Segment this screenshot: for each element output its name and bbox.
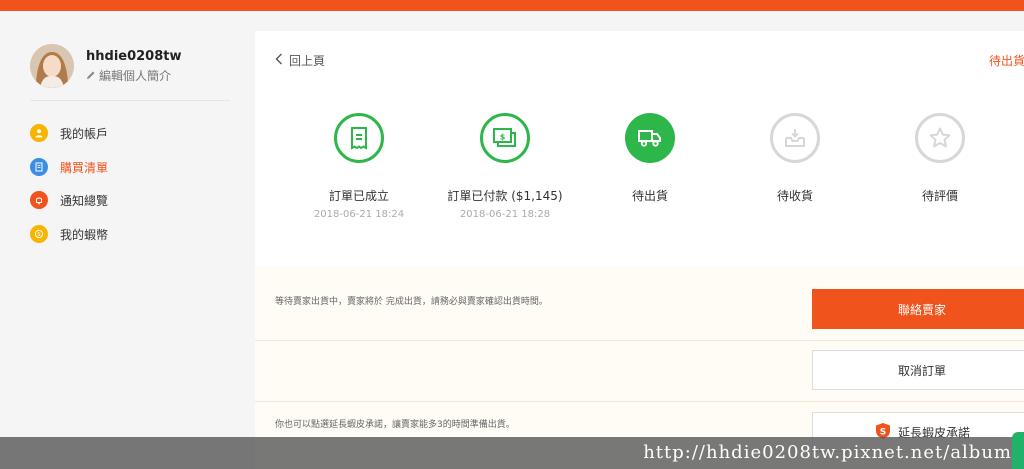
person-icon	[30, 124, 48, 142]
watermark-text: http://hhdie0208tw.pixnet.net/album	[643, 442, 1012, 463]
step-label: 待出貨	[631, 189, 668, 203]
payment-icon: $	[480, 113, 530, 163]
sidebar-item-notifications[interactable]: 通知總覽	[30, 191, 108, 209]
contact-seller-button[interactable]: 聯絡賣家	[812, 289, 1024, 329]
step-order-paid: $ 訂單已付款 ($1,145) 2018-06-21 18:28	[425, 113, 585, 220]
shipping-note: 等待賣家出貨中，賣家將於 完成出貨，請務必與賣家確認出貨時間。	[275, 297, 548, 307]
pencil-icon	[86, 69, 96, 83]
svg-text:$: $	[500, 133, 506, 142]
chevron-left-icon	[275, 53, 283, 68]
sidebar-item-coins[interactable]: S 我的蝦幣	[30, 225, 108, 243]
step-label: 訂單已成立	[328, 189, 389, 203]
edit-profile-link[interactable]: 編輯個人簡介	[86, 67, 171, 84]
step-label: 待評價	[921, 189, 958, 203]
step-label: 待收貨	[776, 189, 813, 203]
inbox-icon	[770, 113, 820, 163]
back-label: 回上頁	[289, 54, 326, 68]
contact-seller-label: 聯絡賣家	[897, 302, 946, 317]
coin-icon: S	[30, 225, 48, 243]
username: hhdie0208tw	[86, 49, 182, 64]
watermark-bar: http://hhdie0208tw.pixnet.net/album	[0, 437, 1024, 469]
top-bar	[0, 0, 1024, 11]
row-divider	[255, 401, 1024, 402]
row-divider	[255, 340, 1024, 341]
sidebar-item-purchases[interactable]: 購買清單	[30, 158, 108, 176]
sidebar-item-label: 我的帳戶	[60, 126, 109, 141]
cancel-order-label: 取消訂單	[897, 363, 946, 378]
bell-icon	[30, 191, 48, 209]
svg-text:S: S	[880, 427, 886, 437]
back-button[interactable]: 回上頁	[275, 52, 325, 69]
svg-text:S: S	[37, 232, 40, 238]
sidebar-item-label: 我的蝦幣	[60, 227, 109, 242]
sidebar-divider	[30, 100, 230, 101]
sidebar-item-label: 購買清單	[60, 160, 109, 175]
truck-icon	[625, 113, 675, 163]
chat-button[interactable]	[1012, 432, 1024, 469]
cancel-order-button[interactable]: 取消訂單	[812, 350, 1024, 390]
step-date: 2018-06-21 18:28	[459, 209, 551, 220]
step-label: 訂單已付款 ($1,145)	[447, 189, 563, 203]
star-icon	[915, 113, 965, 163]
order-status-text: 待出貨	[989, 54, 1024, 68]
step-date: 2018-06-21 18:24	[313, 209, 405, 220]
receipt-icon	[334, 113, 384, 163]
avatar[interactable]	[30, 44, 74, 88]
guarantee-note: 你也可以點選延長蝦皮承諾，讓賣家能多3的時間準備出貨。	[275, 420, 515, 430]
step-awaiting-receipt: 待收貨	[715, 113, 875, 204]
step-awaiting-shipment: 待出貨	[570, 113, 730, 204]
list-icon	[30, 158, 48, 176]
step-order-placed: 訂單已成立 2018-06-21 18:24	[279, 113, 439, 220]
sidebar-item-account[interactable]: 我的帳戶	[30, 124, 108, 142]
edit-profile-label: 編輯個人簡介	[99, 69, 172, 83]
sidebar-item-label: 通知總覽	[60, 193, 109, 208]
step-awaiting-review: 待評價	[860, 113, 1020, 204]
